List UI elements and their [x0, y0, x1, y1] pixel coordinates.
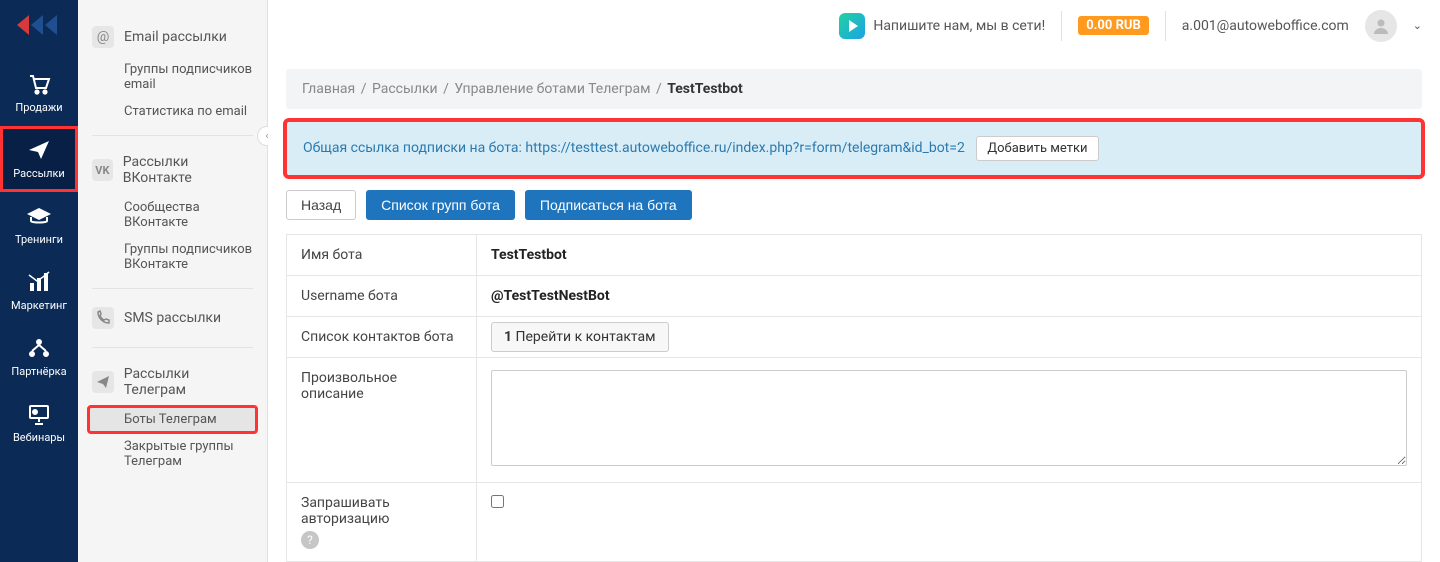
sidepanel-tg-head[interactable]: Рассылки Телеграм: [88, 358, 257, 406]
bot-name-value: TestTestbot: [477, 235, 1422, 276]
alert-label: Общая ссылка подписки на бота:: [303, 140, 525, 156]
sidepanel-email-groups[interactable]: Группы подписчиков email: [88, 56, 257, 98]
go-to-contacts-button[interactable]: 1 Перейти к контактам: [491, 322, 669, 352]
sidepanel-tg-bots[interactable]: Боты Телеграм: [88, 406, 257, 433]
subscribe-link-alert: Общая ссылка подписки на бота: https://t…: [286, 121, 1422, 176]
left-rail: Продажи Рассылки Тренинги Маркетинг Парт…: [0, 0, 78, 562]
label: Рассылки ВКонтакте: [123, 154, 253, 186]
table-row: Имя бота TestTestbot: [287, 235, 1422, 276]
user-email[interactable]: a.001@autoweboffice.com: [1182, 18, 1349, 34]
bot-contacts-label: Список контактов бота: [287, 317, 477, 358]
balance-badge[interactable]: 0.00 RUB: [1078, 16, 1149, 35]
presentation-icon: [25, 402, 53, 426]
phone-sms-icon: [92, 307, 114, 329]
avatar[interactable]: [1365, 10, 1397, 42]
side-panel: @ Email рассылки Группы подписчиков emai…: [78, 0, 268, 562]
subscribe-bot-button[interactable]: Подписаться на бота: [525, 190, 692, 220]
contacts-btn-text: Перейти к контактам: [512, 329, 656, 345]
app-logo: [15, 10, 63, 40]
breadcrumb-current: TestTestbot: [667, 81, 743, 97]
table-row: Запрашивать авторизацию ?: [287, 483, 1422, 562]
breadcrumb-home[interactable]: Главная: [302, 81, 355, 97]
bot-username-label: Username бота: [287, 276, 477, 317]
graduation-cap-icon: [25, 204, 53, 228]
bot-description-textarea[interactable]: [491, 370, 1407, 466]
bot-auth-label: Запрашивать авторизацию ?: [287, 483, 477, 562]
bot-auth-cell: [477, 483, 1422, 562]
bot-description-cell: [477, 358, 1422, 483]
bot-name-label: Имя бота: [287, 235, 477, 276]
help-icon[interactable]: ?: [301, 531, 319, 549]
divider: [92, 288, 253, 289]
breadcrumb-sep: /: [361, 81, 367, 97]
add-tags-button[interactable]: Добавить метки: [976, 136, 1098, 161]
breadcrumb-mailings[interactable]: Рассылки: [372, 81, 438, 97]
content: Главная / Рассылки / Управление ботами Т…: [268, 51, 1440, 562]
play-chat-icon: [839, 13, 865, 39]
label: Рассылки Телеграм: [124, 366, 253, 398]
breadcrumb-sep: /: [656, 81, 662, 97]
value-text: TestTestbot: [491, 247, 567, 263]
user-menu-caret[interactable]: ⌄: [1413, 19, 1422, 32]
rail-item-sales[interactable]: Продажи: [0, 60, 78, 126]
label: Email рассылки: [124, 29, 227, 45]
action-bar: Назад Список групп бота Подписаться на б…: [286, 190, 1422, 220]
table-row: Произвольное описание: [287, 358, 1422, 483]
bot-contacts-cell: 1 Перейти к контактам: [477, 317, 1422, 358]
table-row: Username бота @TestTestNestBot: [287, 276, 1422, 317]
value-text: @TestTestNestBot: [491, 288, 610, 304]
back-button[interactable]: Назад: [286, 190, 356, 220]
sidepanel-tg-closed-groups[interactable]: Закрытые группы Телеграм: [88, 433, 257, 475]
live-chat[interactable]: Напишите нам, мы в сети!: [839, 13, 1045, 39]
rail-item-webinars[interactable]: Вебинары: [0, 390, 78, 456]
topbar: Напишите нам, мы в сети! 0.00 RUB a.001@…: [268, 0, 1440, 51]
telegram-icon: [92, 371, 114, 393]
rail-item-affiliate[interactable]: Партнёрка: [0, 324, 78, 390]
divider: [1061, 11, 1062, 41]
bot-subscribe-link[interactable]: https://testtest.autoweboffice.ru/index.…: [525, 140, 964, 156]
chat-text: Напишите нам, мы в сети!: [873, 18, 1045, 34]
main: Напишите нам, мы в сети! 0.00 RUB a.001@…: [268, 0, 1440, 562]
bot-details-table: Имя бота TestTestbot Username бота @Test…: [286, 234, 1422, 562]
breadcrumb: Главная / Рассылки / Управление ботами Т…: [286, 69, 1422, 109]
bot-description-label: Произвольное описание: [287, 358, 477, 483]
rail-item-trainings[interactable]: Тренинги: [0, 192, 78, 258]
cart-icon: [25, 72, 53, 96]
network-icon: [25, 336, 53, 360]
sidepanel-vk-groups[interactable]: Группы подписчиков ВКонтакте: [88, 236, 257, 278]
sidepanel-email-stats[interactable]: Статистика по email: [88, 98, 257, 125]
divider: [92, 135, 253, 136]
label: SMS рассылки: [124, 310, 221, 326]
rail-item-mailings[interactable]: Рассылки: [0, 126, 78, 192]
sidepanel-sms-head[interactable]: SMS рассылки: [88, 299, 257, 337]
rail-label: Продажи: [15, 101, 62, 114]
rail-label: Тренинги: [15, 233, 63, 246]
sidepanel-vk-communities[interactable]: Сообщества ВКонтакте: [88, 194, 257, 236]
table-row: Список контактов бота 1 Перейти к контак…: [287, 317, 1422, 358]
divider: [92, 347, 253, 348]
contacts-count: 1: [504, 329, 512, 345]
sidepanel-email-head[interactable]: @ Email рассылки: [88, 18, 257, 56]
rail-label: Партнёрка: [11, 365, 66, 378]
rail-label: Маркетинг: [11, 299, 67, 312]
at-icon: @: [92, 26, 114, 48]
divider: [1165, 11, 1166, 41]
rail-label: Вебинары: [13, 431, 65, 444]
vk-icon: VK: [92, 159, 113, 181]
bar-chart-icon: [25, 270, 53, 294]
request-auth-checkbox[interactable]: [491, 495, 504, 508]
paper-plane-icon: [25, 138, 53, 162]
breadcrumb-bot-manage[interactable]: Управление ботами Телеграм: [454, 81, 650, 97]
sidepanel-vk-head[interactable]: VK Рассылки ВКонтакте: [88, 146, 257, 194]
bot-username-value: @TestTestNestBot: [477, 276, 1422, 317]
breadcrumb-sep: /: [443, 81, 449, 97]
rail-label: Рассылки: [13, 167, 65, 180]
rail-item-marketing[interactable]: Маркетинг: [0, 258, 78, 324]
bot-groups-button[interactable]: Список групп бота: [366, 190, 515, 220]
auth-label-text: Запрашивать авторизацию: [301, 495, 390, 527]
